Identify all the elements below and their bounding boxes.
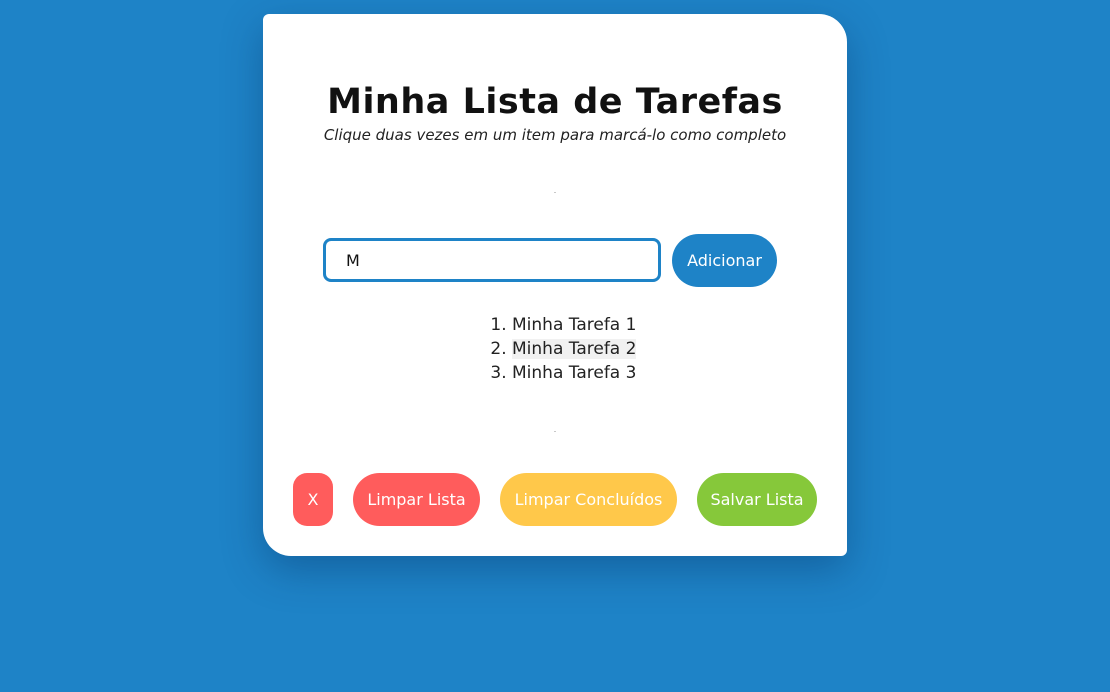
task-input[interactable] bbox=[323, 238, 661, 282]
close-button[interactable]: X bbox=[293, 473, 333, 526]
add-button[interactable]: Adicionar bbox=[672, 234, 777, 287]
clear-list-button[interactable]: Limpar Lista bbox=[353, 473, 480, 526]
task-input-row: Adicionar bbox=[323, 234, 777, 288]
divider-top bbox=[554, 192, 556, 193]
task-item-label: Minha Tarefa 1 bbox=[512, 315, 637, 335]
page-subtitle: Clique duas vezes em um item para marcá-… bbox=[323, 126, 787, 144]
task-list: Minha Tarefa 1 Minha Tarefa 2 Minha Tare… bbox=[487, 313, 637, 385]
page-title: Minha Lista de Tarefas bbox=[327, 82, 783, 122]
task-item-label: Minha Tarefa 3 bbox=[512, 363, 637, 383]
task-item[interactable]: Minha Tarefa 3 bbox=[512, 361, 636, 385]
task-item-label: Minha Tarefa 2 bbox=[512, 339, 637, 359]
task-item[interactable]: Minha Tarefa 2 bbox=[512, 337, 637, 361]
divider-bottom bbox=[554, 431, 556, 432]
save-list-button[interactable]: Salvar Lista bbox=[697, 473, 817, 526]
todo-card: Minha Lista de Tarefas Clique duas vezes… bbox=[263, 14, 847, 556]
clear-completed-button[interactable]: Limpar Concluídos bbox=[500, 473, 677, 526]
task-item[interactable]: Minha Tarefa 1 bbox=[512, 313, 636, 337]
